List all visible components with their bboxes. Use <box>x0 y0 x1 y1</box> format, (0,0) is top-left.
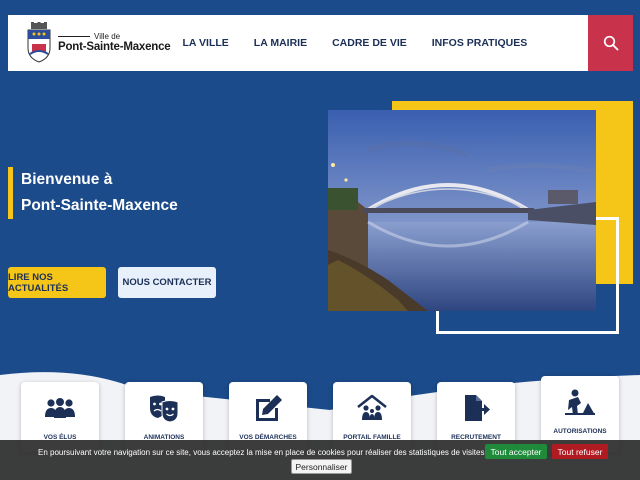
welcome-line-2: Pont-Sainte-Maxence <box>21 197 178 214</box>
site-header: Ville de Pont-Sainte-Maxence LA VILLE LA… <box>8 15 633 71</box>
welcome-heading: Bienvenue à Pont-Sainte-Maxence <box>8 167 178 219</box>
contact-us-button[interactable]: NOUS CONTACTER <box>118 267 216 298</box>
family-house-icon <box>356 394 388 422</box>
people-icon <box>44 394 76 422</box>
nav-item-infos-pratiques[interactable]: INFOS PRATIQUES <box>432 37 527 49</box>
welcome-line-1: Bienvenue à <box>21 171 113 188</box>
cookie-customize-button[interactable]: Personnaliser <box>291 459 352 474</box>
nav-item-la-ville[interactable]: LA VILLE <box>183 37 229 49</box>
theater-masks-icon <box>148 394 180 422</box>
cookie-refuse-button[interactable]: Tout refuser <box>552 444 608 459</box>
logo-subtitle: Ville de <box>58 32 120 41</box>
site-logo[interactable]: Ville de Pont-Sainte-Maxence <box>24 22 171 64</box>
bridge-photo <box>328 110 596 311</box>
main-nav: LA VILLE LA MAIRIE CADRE DE VIE INFOS PR… <box>183 37 553 49</box>
cookie-message: En poursuivant votre navigation sur ce s… <box>38 448 487 457</box>
nav-item-la-mairie[interactable]: LA MAIRIE <box>254 37 307 49</box>
edit-icon <box>252 394 284 422</box>
logo-title: Pont-Sainte-Maxence <box>58 41 171 53</box>
city-crest-icon <box>24 22 54 64</box>
read-news-button[interactable]: LIRE NOS ACTUALITÉS <box>8 267 106 298</box>
construction-worker-icon <box>564 388 596 416</box>
nav-item-cadre-de-vie[interactable]: CADRE DE VIE <box>332 37 407 49</box>
search-button[interactable] <box>588 15 633 71</box>
cookie-accept-button[interactable]: Tout accepter <box>485 444 547 459</box>
tile-label: AUTORISATIONS <box>553 428 607 435</box>
search-icon <box>603 35 618 51</box>
file-export-icon <box>460 394 492 422</box>
